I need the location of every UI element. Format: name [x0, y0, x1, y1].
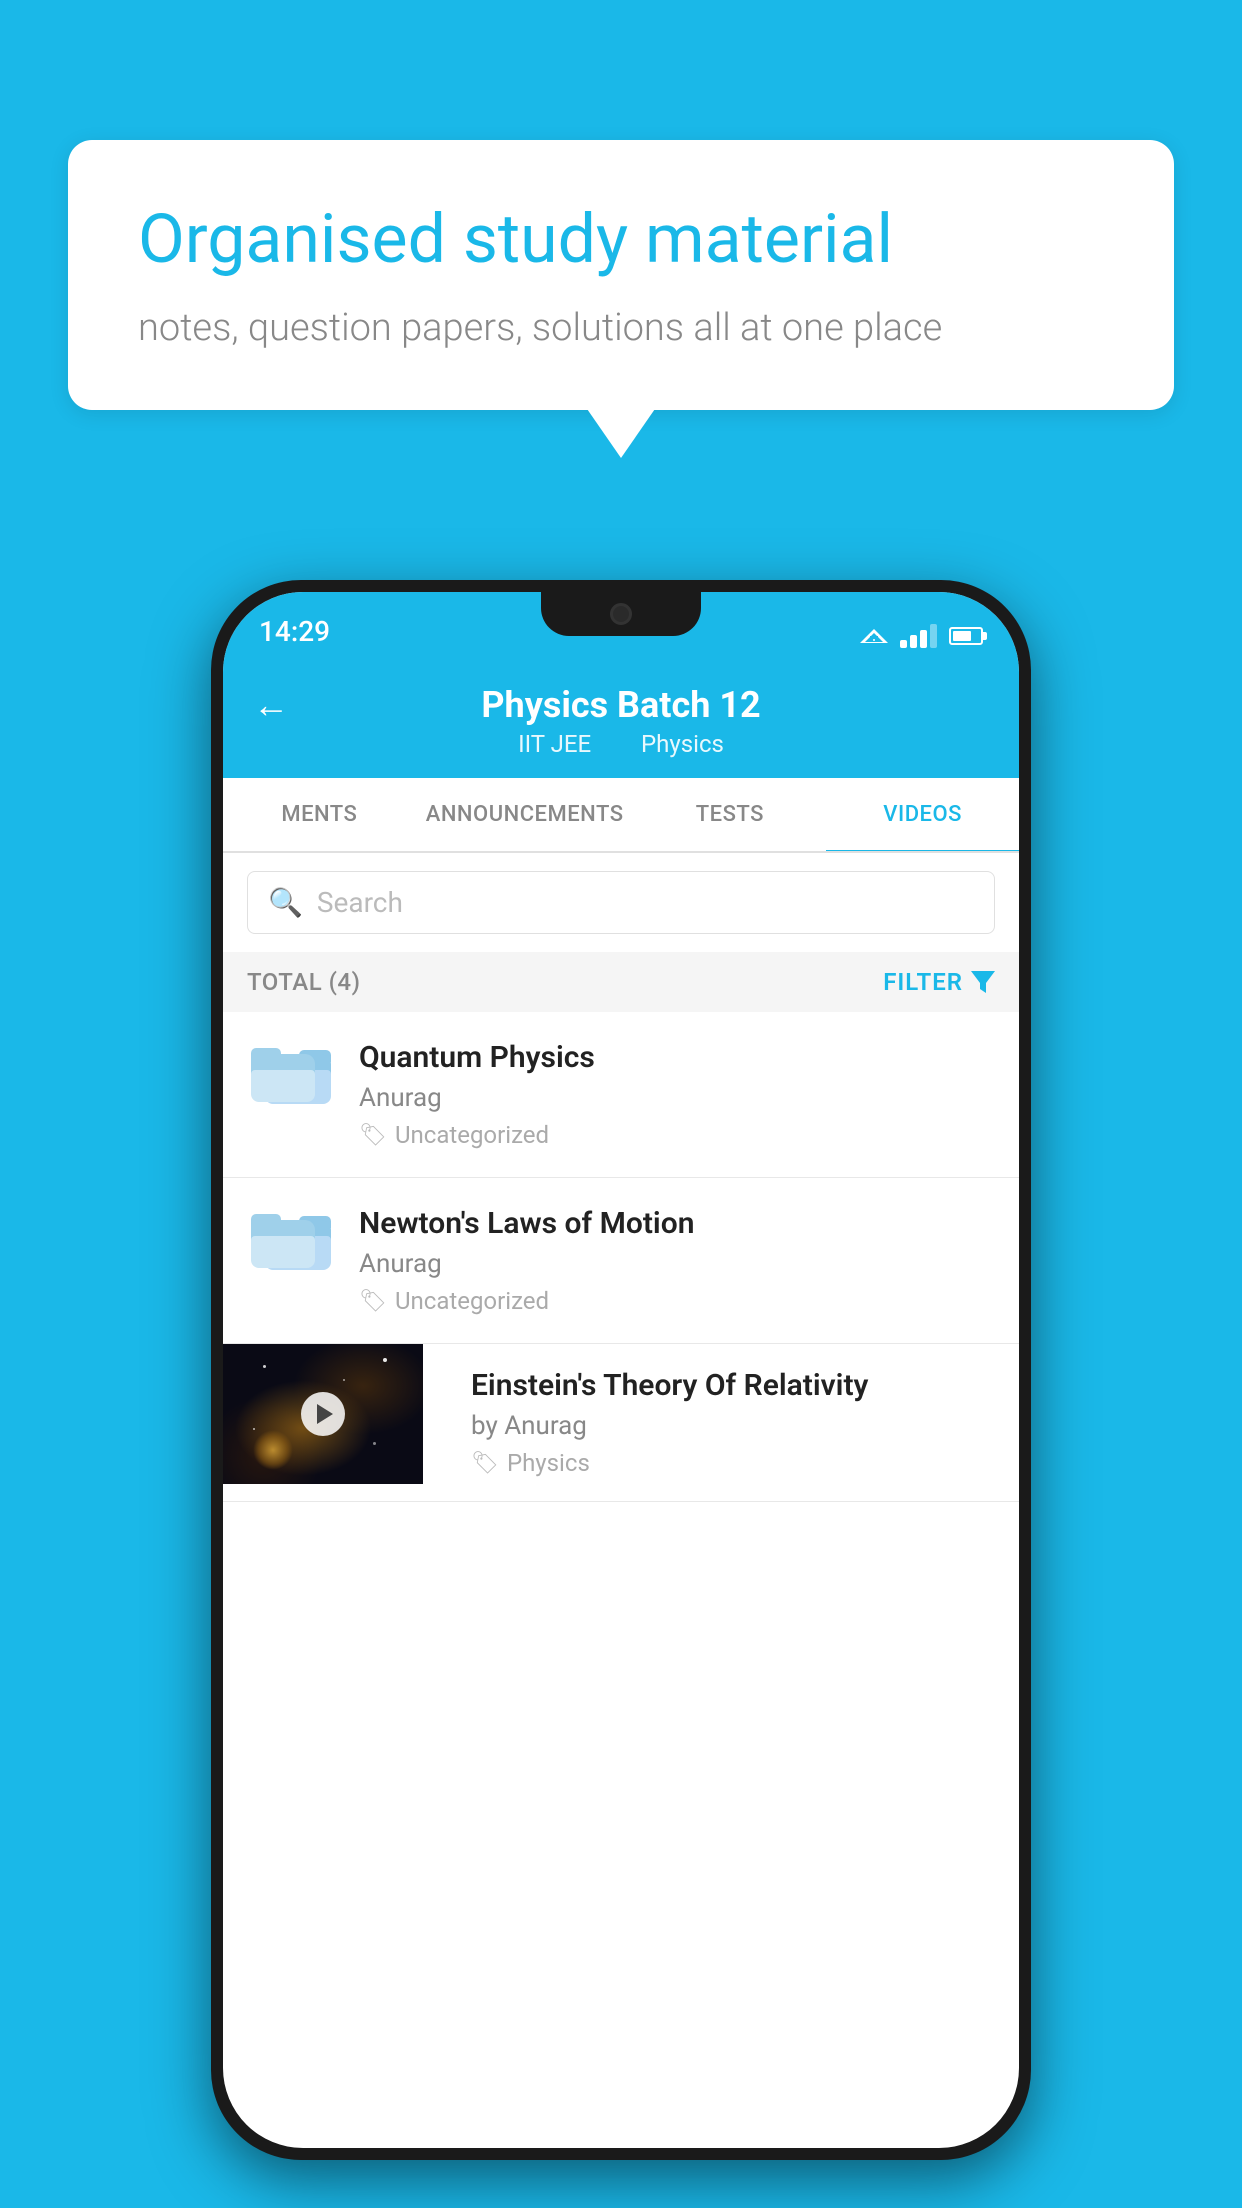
phone-screen: 14:29 [223, 592, 1019, 2148]
speech-bubble-container: Organised study material notes, question… [68, 140, 1174, 410]
video-title-1: Quantum Physics [359, 1040, 995, 1075]
back-button[interactable]: ← [253, 684, 289, 726]
filter-bar: TOTAL (4) FILTER [223, 952, 1019, 1012]
app-background: Organised study material notes, question… [0, 0, 1242, 2208]
folder-front-front [251, 1070, 315, 1102]
signal-icon [900, 624, 937, 648]
tag-icon-2: 🏷 [359, 1289, 387, 1314]
total-count: TOTAL (4) [247, 968, 360, 996]
folder-double-icon [251, 1040, 331, 1104]
tab-announcements[interactable]: ANNOUNCEMENTS [416, 778, 634, 851]
header-subtitle: IIT JEE Physics [510, 730, 732, 758]
video-author-1: Anurag [359, 1083, 995, 1113]
folder-icon-wrap-2 [247, 1206, 335, 1270]
phone-wrapper: 14:29 [211, 580, 1031, 2160]
video-info-3: Einstein's Theory Of Relativity by Anura… [447, 1344, 1019, 1501]
tag-label-2: Uncategorized [395, 1287, 549, 1315]
tabs-container: MENTS ANNOUNCEMENTS TESTS VIDEOS [223, 778, 1019, 853]
tab-ments[interactable]: MENTS [223, 778, 416, 851]
video-title-3: Einstein's Theory Of Relativity [471, 1368, 995, 1403]
list-item[interactable]: Newton's Laws of Motion Anurag 🏷 Uncateg… [223, 1178, 1019, 1344]
folder-icon-wrap-1 [247, 1040, 335, 1104]
video-tag-3: 🏷 Physics [471, 1449, 995, 1477]
tag-icon-3: 🏷 [471, 1451, 499, 1476]
camera-icon [610, 603, 632, 625]
speech-bubble: Organised study material notes, question… [68, 140, 1174, 410]
tag-label-3: Physics [507, 1449, 590, 1477]
filter-label: FILTER [883, 968, 963, 996]
speech-bubble-heading: Organised study material [138, 200, 1104, 278]
video-tag-1: 🏷 Uncategorized [359, 1121, 995, 1149]
header-title: Physics Batch 12 [481, 684, 760, 726]
tag-label-1: Uncategorized [395, 1121, 549, 1149]
tab-videos[interactable]: VIDEOS [826, 778, 1019, 851]
thumbnail-background [223, 1344, 423, 1484]
status-time: 14:29 [259, 615, 330, 648]
speech-bubble-subtext: notes, question papers, solutions all at… [138, 306, 1104, 350]
video-info-2: Newton's Laws of Motion Anurag 🏷 Uncateg… [359, 1206, 995, 1315]
subtitle-separator [613, 730, 625, 758]
video-thumbnail-3 [223, 1344, 423, 1484]
play-button-icon[interactable] [301, 1392, 345, 1436]
video-tag-2: 🏷 Uncategorized [359, 1287, 995, 1315]
play-triangle [317, 1404, 333, 1424]
search-placeholder: Search [317, 886, 403, 919]
video-author-3: by Anurag [471, 1411, 995, 1441]
filter-button[interactable]: FILTER [883, 968, 995, 996]
battery-icon [949, 627, 983, 645]
tab-tests[interactable]: TESTS [634, 778, 827, 851]
folder-front-front-2 [251, 1236, 315, 1268]
wifi-icon [860, 629, 888, 643]
subtitle-part2: Physics [641, 730, 724, 758]
search-icon: 🔍 [268, 886, 303, 919]
subtitle-part1: IIT JEE [518, 730, 591, 758]
search-container: 🔍 Search [223, 853, 1019, 952]
list-item[interactable]: Quantum Physics Anurag 🏷 Uncategorized [223, 1012, 1019, 1178]
video-author-2: Anurag [359, 1249, 995, 1279]
search-bar[interactable]: 🔍 Search [247, 871, 995, 934]
list-item[interactable]: Einstein's Theory Of Relativity by Anura… [223, 1344, 1019, 1502]
filter-funnel-icon [971, 971, 995, 993]
tag-icon-1: 🏷 [359, 1123, 387, 1148]
app-header: ← Physics Batch 12 IIT JEE Physics [223, 660, 1019, 778]
video-list: Quantum Physics Anurag 🏷 Uncategorized [223, 1012, 1019, 1502]
video-title-2: Newton's Laws of Motion [359, 1206, 995, 1241]
phone-outer: 14:29 [211, 580, 1031, 2160]
folder-double-icon-2 [251, 1206, 331, 1270]
phone-notch [541, 592, 701, 636]
status-icons [860, 624, 983, 648]
video-info-1: Quantum Physics Anurag 🏷 Uncategorized [359, 1040, 995, 1149]
